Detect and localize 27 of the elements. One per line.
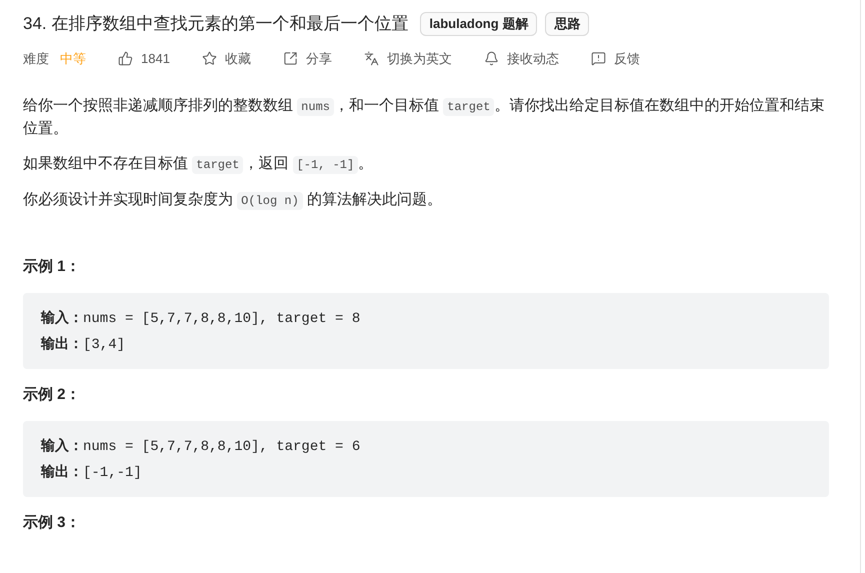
share-button[interactable]: 分享: [282, 49, 332, 68]
description-paragraph: 如果数组中不存在目标值 target ，返回 [-1, -1] 。: [23, 154, 374, 176]
tag-button[interactable]: 思路: [545, 12, 590, 36]
description-paragraph: 给你一个按照非递减顺序排列的整数数组 nums ，和一个目标值 target 。请你找出给定目标值在数组中的开始位置和结束位置。: [23, 96, 826, 138]
problem-title: 34. 在排序数组中查找元素的第一个和最后一个位置: [23, 13, 408, 35]
star-icon: [202, 51, 217, 66]
message-icon: [590, 51, 606, 66]
bell-icon: [484, 51, 499, 66]
translate-button[interactable]: 切换为英文: [364, 49, 452, 68]
translate-icon: [364, 51, 379, 66]
star-button[interactable]: 收藏: [202, 49, 251, 68]
example-line: 输出：[3,4]: [41, 334, 126, 354]
like-button[interactable]: 1841: [118, 49, 170, 68]
example-line: 输入：nums = [5,7,7,8,8,10], target = 8: [41, 308, 362, 328]
example-heading: 示例 3：: [23, 512, 82, 532]
example-heading: 示例 1：: [23, 256, 82, 276]
difficulty-value: 中等: [60, 50, 86, 68]
example-line: 输入：nums = [5,7,7,8,8,10], target = 6: [41, 436, 362, 456]
share-icon: [282, 51, 298, 66]
description-paragraph: 你必须设计并实现时间复杂度为 O(log n) 的算法解决此问题。: [23, 190, 443, 212]
bell-button[interactable]: 接收动态: [484, 49, 559, 68]
example-line: 输出：[-1,-1]: [41, 462, 143, 482]
difficulty-label: 难度: [23, 50, 49, 68]
thumbs-up-icon: [118, 51, 133, 66]
feedback-button[interactable]: 反馈: [590, 49, 640, 68]
tag-button[interactable]: labuladong 题解: [420, 12, 538, 36]
example-heading: 示例 2：: [23, 384, 82, 404]
